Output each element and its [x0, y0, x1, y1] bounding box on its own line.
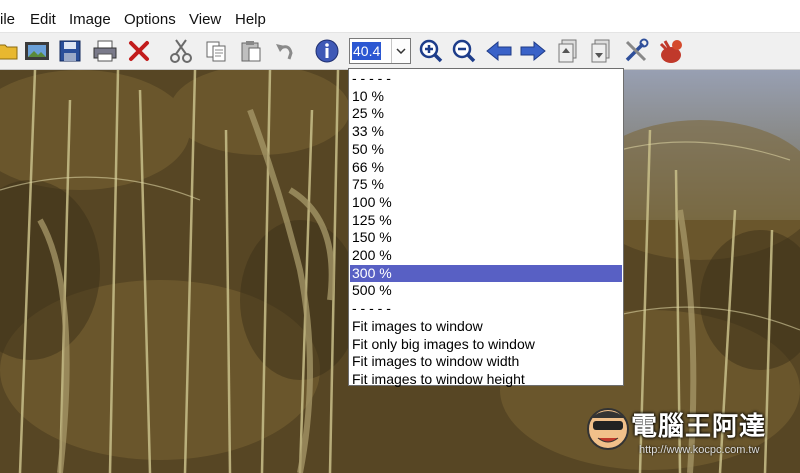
- copy-button[interactable]: [201, 36, 231, 66]
- zoom-option-fit-big-images[interactable]: Fit only big images to window: [350, 336, 622, 354]
- settings-icon: [625, 38, 649, 62]
- zoom-option-separator: - - - - -: [352, 300, 391, 317]
- slideshow-button[interactable]: [22, 36, 52, 66]
- about-button[interactable]: [656, 36, 686, 66]
- info-button[interactable]: [312, 36, 342, 66]
- menu-image[interactable]: Image: [69, 11, 111, 28]
- watermark-title: 電腦王阿達: [631, 412, 767, 442]
- slideshow-icon: [25, 42, 49, 60]
- zoom-option-separator: - - - - -: [352, 70, 391, 86]
- delete-button[interactable]: [124, 36, 154, 66]
- zoom-in-button[interactable]: [416, 36, 446, 66]
- zoom-option-10[interactable]: 10 %: [350, 88, 622, 106]
- zoom-option-fit-width[interactable]: Fit images to window width: [350, 353, 622, 371]
- watermark: 電腦王阿達 http://www.kocpc.com.tw: [583, 400, 797, 470]
- menu-edit[interactable]: Edit: [30, 11, 56, 28]
- settings-button[interactable]: [621, 36, 651, 66]
- menu-options[interactable]: Options: [124, 11, 176, 28]
- chevron-down-icon: [396, 48, 406, 54]
- print-icon: [93, 40, 117, 62]
- menu-file[interactable]: ile: [0, 11, 15, 28]
- zoom-option-fit-window[interactable]: Fit images to window: [350, 318, 622, 336]
- open-button[interactable]: [0, 36, 22, 66]
- zoom-dropdown-toggle[interactable]: [391, 39, 410, 63]
- previous-icon: [486, 40, 512, 62]
- zoom-in-icon: [419, 39, 443, 63]
- cut-icon: [170, 39, 192, 63]
- zoom-option-150[interactable]: 150 %: [350, 229, 622, 247]
- open-folder-icon: [0, 44, 18, 60]
- paste-button[interactable]: [236, 36, 266, 66]
- undo-icon: [276, 44, 293, 60]
- zoom-option-fit-height[interactable]: Fit images to window height: [350, 371, 622, 389]
- save-icon: [59, 40, 81, 62]
- previous-button[interactable]: [484, 36, 514, 66]
- zoom-option-125[interactable]: 125 %: [350, 212, 622, 230]
- save-button[interactable]: [55, 36, 85, 66]
- zoom-value[interactable]: 40.4: [352, 42, 382, 60]
- zoom-option-50[interactable]: 50 %: [350, 141, 622, 159]
- menu-help[interactable]: Help: [235, 11, 266, 28]
- menu-bar: ile Edit Image Options View Help: [0, 0, 800, 33]
- last-page-button[interactable]: [586, 36, 616, 66]
- delete-icon: [129, 41, 149, 61]
- mascot-logo: [587, 408, 629, 450]
- zoom-option-100[interactable]: 100 %: [350, 194, 622, 212]
- next-icon: [520, 40, 546, 62]
- first-page-button[interactable]: [553, 36, 583, 66]
- print-button[interactable]: [90, 36, 120, 66]
- zoom-option-33[interactable]: 33 %: [350, 123, 622, 141]
- first-page-icon: [558, 39, 577, 63]
- cut-button[interactable]: [166, 36, 196, 66]
- zoom-combobox[interactable]: 40.4: [349, 38, 411, 64]
- menu-view[interactable]: View: [189, 11, 221, 28]
- zoom-option-200[interactable]: 200 %: [350, 247, 622, 265]
- zoom-option-75[interactable]: 75 %: [350, 176, 622, 194]
- next-button[interactable]: [518, 36, 548, 66]
- info-icon: [315, 39, 339, 63]
- paste-icon: [241, 41, 261, 62]
- zoom-out-icon: [452, 39, 476, 63]
- last-page-icon: [591, 39, 610, 63]
- zoom-out-button[interactable]: [449, 36, 479, 66]
- zoom-dropdown-list: - - - - - 10 % 25 % 33 % 50 % 66 % 75 % …: [348, 68, 624, 389]
- about-icon: [659, 40, 682, 63]
- zoom-option-66[interactable]: 66 %: [350, 159, 622, 177]
- zoom-option-500[interactable]: 500 %: [350, 282, 622, 300]
- zoom-option-300[interactable]: 300 %: [350, 264, 622, 283]
- copy-icon: [206, 41, 226, 62]
- zoom-option-25[interactable]: 25 %: [350, 105, 622, 123]
- watermark-url: http://www.kocpc.com.tw: [639, 444, 760, 456]
- undo-button[interactable]: [270, 36, 300, 66]
